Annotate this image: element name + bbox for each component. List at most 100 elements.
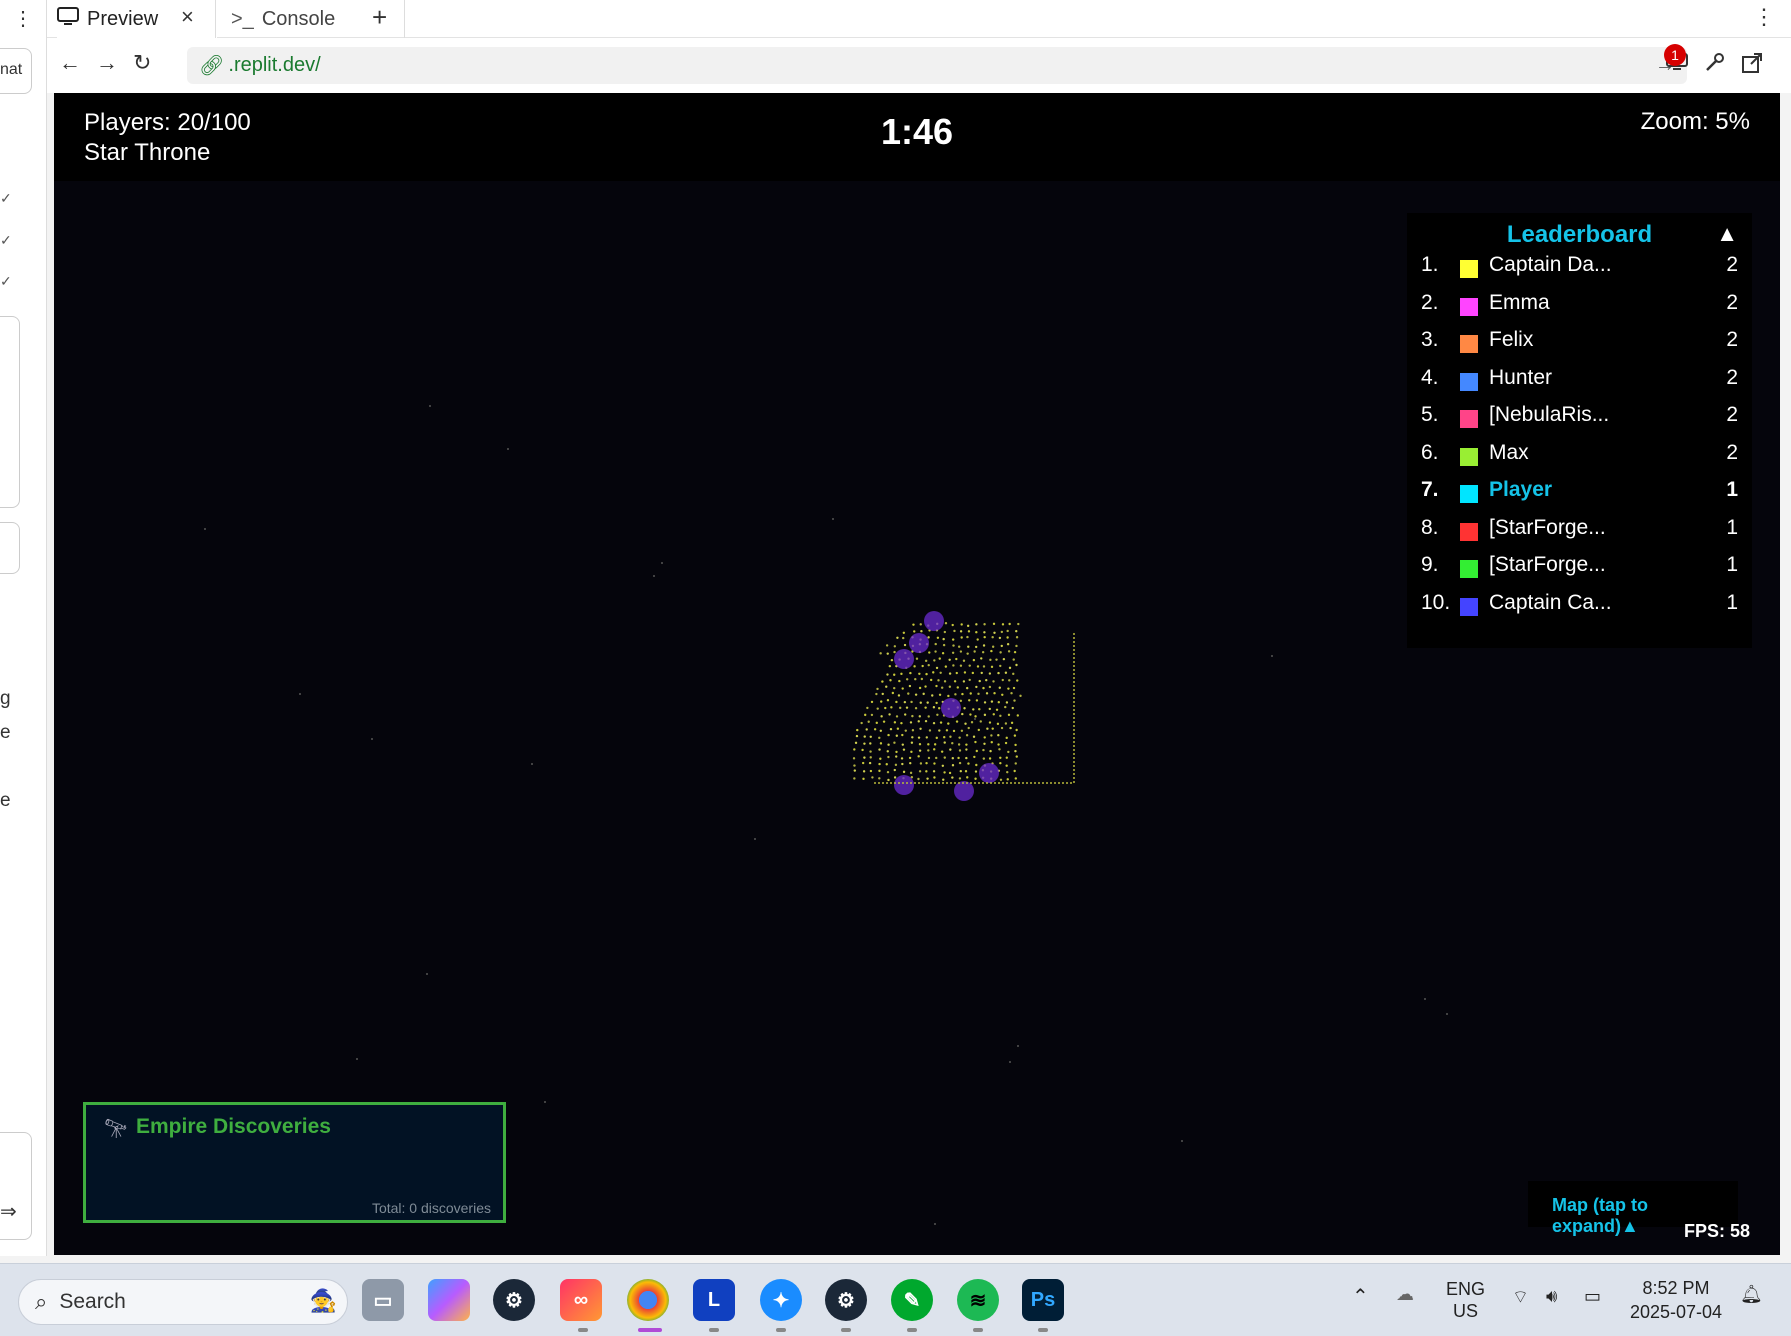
game-canvas[interactable]: Players: 20/100 Star Throne 1:46 Zoom: 5… — [54, 93, 1780, 1255]
territory-node — [1009, 726, 1012, 730]
taskbar-search[interactable]: ⌕ Search 🧙 — [18, 1279, 348, 1325]
territory-node — [895, 750, 898, 754]
territory-node — [1010, 721, 1014, 725]
link-icon: 🔗︎ — [199, 55, 225, 77]
chrome-icon[interactable] — [627, 1279, 669, 1321]
territory-node — [999, 761, 1002, 765]
territory-node — [1011, 706, 1014, 710]
territory-node — [990, 665, 994, 669]
tab-bar: Preview × >_ Console + ⋮ — [47, 0, 1791, 38]
territory-node — [973, 755, 976, 759]
dropdown-card[interactable] — [0, 522, 20, 574]
territory-node — [965, 734, 969, 737]
territory-node — [893, 741, 896, 744]
territory-node — [998, 748, 1001, 751]
leaderboard-score: 2 — [1726, 290, 1738, 314]
onedrive-icon[interactable]: ☁ — [1396, 1284, 1414, 1305]
volume-icon[interactable]: 🔊︎ — [1546, 1286, 1557, 1307]
chat-input[interactable]: ⇒ — [0, 1132, 32, 1240]
territory-node — [964, 722, 967, 725]
leaderboard-rank: 9. — [1421, 553, 1439, 576]
running-indicator — [973, 1328, 983, 1332]
back-icon[interactable]: ← — [59, 50, 81, 76]
steam-icon[interactable]: ⚙ — [493, 1279, 535, 1321]
spotify-icon[interactable]: ≋ — [957, 1279, 999, 1321]
territory-node — [854, 741, 858, 745]
leaderboard-rank: 4. — [1421, 365, 1439, 389]
star — [371, 738, 373, 740]
collapse-icon[interactable]: ▲ — [1716, 221, 1738, 247]
territory-node — [980, 671, 983, 675]
steam-icon[interactable]: ⚙ — [825, 1279, 867, 1321]
territory-node — [861, 748, 864, 752]
clock[interactable]: 8:52 PM 2025-07-04 — [1626, 1276, 1726, 1324]
territory-node — [969, 692, 972, 695]
battery-icon[interactable]: ▭ — [1584, 1286, 1601, 1307]
star — [934, 1223, 936, 1225]
territory-node — [1007, 713, 1011, 717]
chat-tab[interactable]: nat — [0, 48, 32, 94]
add-tab-icon[interactable]: + — [372, 2, 387, 33]
territory-node — [974, 715, 977, 718]
territory-node — [905, 678, 909, 681]
territory-node — [988, 721, 992, 724]
territory-node — [1013, 650, 1017, 654]
l-app-icon[interactable]: L — [693, 1279, 735, 1321]
url-input[interactable]: 🔗︎ .replit.dev/ → — [187, 47, 1687, 84]
task-view-icon[interactable]: ▭ — [362, 1279, 404, 1321]
territory-node — [925, 672, 928, 676]
chevron-up-icon[interactable]: ⌃ — [1352, 1284, 1369, 1309]
photoshop-icon[interactable]: Ps — [1022, 1279, 1064, 1321]
territory-node — [974, 777, 977, 780]
territory-node — [963, 671, 967, 674]
notification-icon[interactable]: 🔔︎ — [1740, 1284, 1763, 1305]
more-icon[interactable]: ⋮ — [13, 6, 33, 31]
territory-node — [911, 729, 915, 732]
territory-node — [992, 680, 995, 683]
territory-node — [856, 728, 859, 732]
territory-node — [869, 735, 872, 738]
territory-node — [983, 631, 986, 634]
territory-node — [1006, 770, 1009, 774]
territory-node — [925, 770, 928, 773]
territory-node — [974, 770, 978, 773]
territory-node — [934, 650, 937, 653]
territory-node — [975, 623, 978, 626]
territory-node — [876, 687, 879, 691]
territory-node — [985, 678, 988, 682]
territory-node — [952, 664, 955, 667]
leaderboard-row: 1. Captain Da... 2 — [1407, 249, 1752, 281]
territory-node — [951, 638, 955, 641]
url-text: .replit.dev/ — [228, 54, 321, 76]
territory-node — [1014, 749, 1017, 753]
territory-node — [896, 636, 899, 640]
territory-node — [908, 756, 912, 760]
creative-cloud-icon[interactable]: ∞ — [560, 1279, 602, 1321]
bluestacks-icon[interactable]: ✦ — [760, 1279, 802, 1321]
territory-node — [993, 631, 996, 634]
territory-node — [988, 685, 992, 689]
territory-node — [975, 699, 979, 702]
leaderboard-score: 1 — [1726, 478, 1738, 501]
taskbar: ⌕ Search 🧙 ▭ ⚙ ∞ L ✦ ⚙ ✎ ≋ Ps ⌃ ☁ ENG US… — [0, 1263, 1791, 1336]
notification-badge: 1 — [1664, 44, 1686, 66]
territory-node — [989, 749, 992, 753]
close-icon[interactable]: × — [181, 4, 194, 30]
territory-node — [896, 727, 900, 730]
reload-icon[interactable]: ↻ — [133, 50, 151, 76]
more-icon[interactable]: ⋮ — [1753, 4, 1775, 30]
territory-node — [925, 736, 928, 739]
language-indicator[interactable]: ENG US — [1446, 1278, 1485, 1322]
territory-cluster[interactable] — [834, 573, 1094, 813]
copilot-icon[interactable] — [428, 1279, 470, 1321]
wifi-icon[interactable]: ⌔ — [1512, 1286, 1529, 1309]
evernote-icon[interactable]: ✎ — [891, 1279, 933, 1321]
devtools-icon[interactable] — [1703, 52, 1725, 80]
open-new-tab-icon[interactable] — [1741, 52, 1763, 80]
forward-icon[interactable]: → — [96, 50, 118, 76]
send-icon[interactable]: ⇒ — [0, 1199, 17, 1224]
territory-node — [852, 757, 856, 760]
territory-node — [934, 642, 937, 646]
territory-node — [909, 671, 912, 675]
star — [356, 1058, 358, 1060]
